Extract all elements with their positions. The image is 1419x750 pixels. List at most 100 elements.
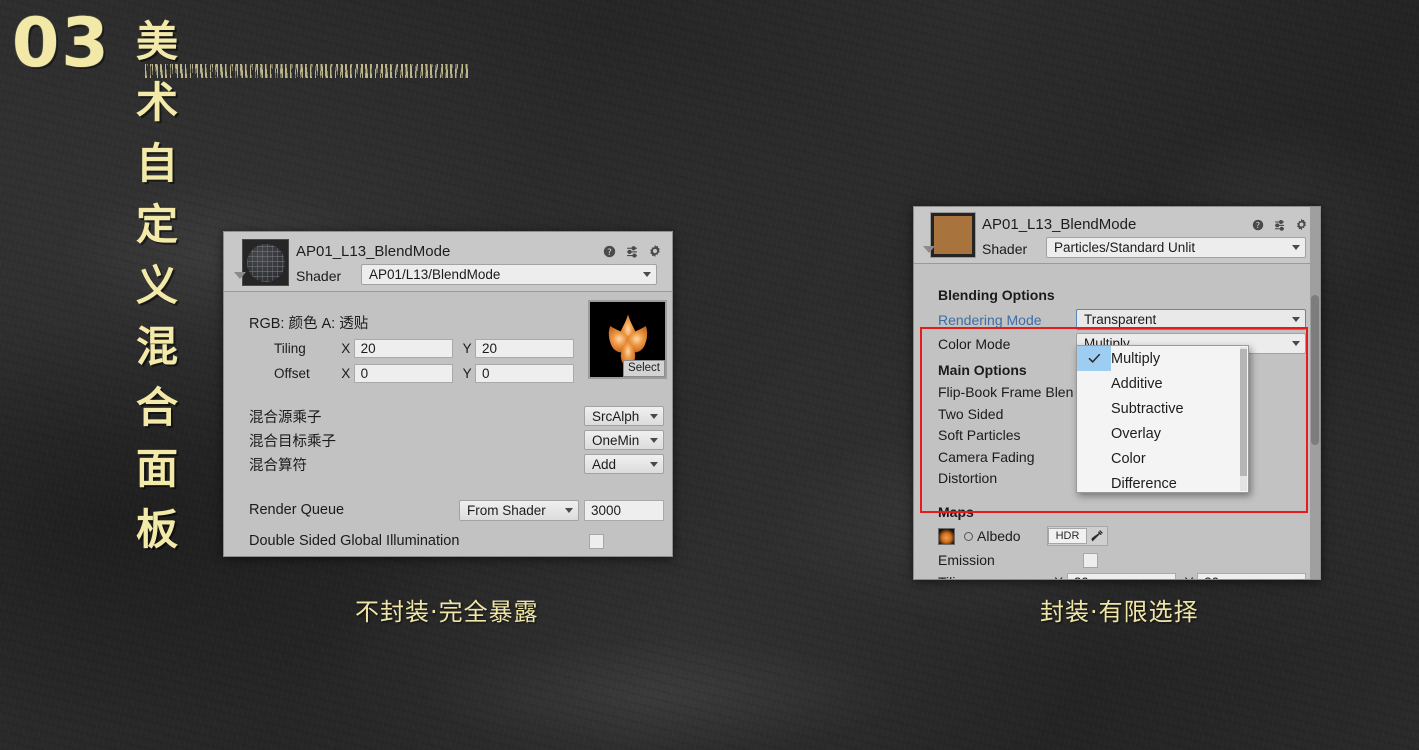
preset-icon[interactable] — [625, 245, 639, 258]
maps-title: Maps — [938, 504, 974, 520]
double-sided-gi-checkbox[interactable] — [589, 533, 604, 549]
option-row-soft-particles[interactable]: Soft Particles — [938, 427, 1090, 449]
blend-op-label: 混合算符 — [249, 457, 307, 474]
option-row-distortion[interactable]: Distortion — [938, 470, 1090, 492]
sphere-preview-icon[interactable] — [242, 239, 289, 286]
menu-item-additive[interactable]: Additive — [1077, 371, 1248, 396]
albedo-radio-icon[interactable] — [964, 531, 973, 541]
chevron-down-icon — [565, 507, 573, 513]
rendering-mode-label: Rendering Mode — [938, 311, 1042, 328]
color-swatch-icon[interactable] — [930, 212, 976, 258]
material-header-right: AP01_L13_BlendMode ? Shader Particles/St… — [914, 207, 1320, 264]
menu-item-subtractive[interactable]: Subtractive — [1077, 396, 1248, 421]
tiling-y-label: Y — [462, 340, 472, 356]
tiling-label-right: Tiling — [938, 574, 1054, 579]
preset-icon[interactable] — [1273, 219, 1286, 231]
menu-item-overlay[interactable]: Overlay — [1077, 421, 1248, 446]
chevron-down-icon — [643, 272, 651, 277]
chevron-down-icon — [650, 461, 658, 467]
main-options-title: Main Options — [938, 362, 1027, 378]
render-queue-dropdown[interactable]: From Shader — [459, 499, 579, 521]
blend-row: 混合目标乘子 OneMin — [249, 428, 664, 452]
chevron-down-icon — [1292, 245, 1300, 250]
menu-item-color[interactable]: Color — [1077, 446, 1248, 471]
blend-dst-dropdown[interactable]: OneMin — [584, 430, 664, 450]
foldout-arrow-icon[interactable] — [923, 246, 935, 253]
menu-item-label: Difference — [1111, 475, 1177, 492]
tiling-y-label-right: Y — [1185, 575, 1198, 580]
blend-op-dropdown[interactable]: Add — [584, 454, 664, 474]
caption-right: 封装·有限选择 — [1040, 598, 1199, 626]
chevron-down-icon — [650, 413, 658, 419]
tiling-x-input-right[interactable]: 20 — [1066, 572, 1176, 579]
option-row-camera-fading[interactable]: Camera Fading — [938, 449, 1090, 471]
color-mode-dropdown-menu[interactable]: Multiply Additive Subtractive Overlay Co… — [1076, 345, 1249, 493]
material-inspector-left: AP01_L13_BlendMode ? Shader AP01/L13/Ble… — [223, 231, 673, 557]
shader-dropdown-left[interactable]: AP01/L13/BlendMode — [361, 264, 657, 285]
albedo-color-controls: HDR — [1046, 526, 1109, 546]
albedo-row: Albedo HDR — [938, 526, 1306, 546]
blend-src-dropdown[interactable]: SrcAlph — [584, 406, 664, 426]
gear-icon[interactable] — [1295, 218, 1308, 231]
help-icon[interactable]: ? — [603, 245, 616, 258]
blend-row: 混合算符 Add — [249, 452, 664, 476]
header-icon-group-left: ? — [603, 244, 662, 258]
gear-icon[interactable] — [648, 244, 662, 258]
menu-item-difference[interactable]: Difference — [1077, 471, 1248, 496]
texture-select-button[interactable]: Select — [623, 360, 665, 377]
blend-dst-value: OneMin — [592, 432, 640, 448]
menu-scrollbar[interactable] — [1240, 347, 1247, 491]
menu-item-multiply[interactable]: Multiply — [1077, 346, 1248, 371]
menu-item-label: Multiply — [1111, 350, 1161, 367]
double-sided-gi-row: Double Sided Global Illumination — [249, 530, 664, 552]
caption-left: 不封装·完全暴露 — [355, 598, 539, 626]
render-queue-value-input[interactable]: 3000 — [584, 499, 664, 521]
menu-item-label: Additive — [1111, 375, 1163, 392]
texture-preview-thumbnail[interactable]: Select — [588, 300, 667, 379]
hdr-badge[interactable]: HDR — [1047, 528, 1088, 544]
color-mode-label: Color Mode — [938, 335, 1011, 352]
offset-x-label: X — [341, 365, 351, 381]
shader-label-right: Shader — [982, 241, 1028, 257]
blend-dst-label: 混合目标乘子 — [249, 433, 336, 450]
chevron-down-icon — [650, 437, 658, 443]
emission-row: Emission — [938, 550, 1306, 570]
tiling-y-input-right[interactable]: 20 — [1197, 572, 1306, 579]
tiling-label: Tiling — [274, 340, 306, 356]
material-header-left: AP01_L13_BlendMode ? Shader AP01/L13/Ble… — [224, 232, 672, 292]
option-row-flipbook[interactable]: Flip-Book Frame Blen — [938, 384, 1090, 406]
tiling-y-input[interactable]: 20 — [475, 338, 574, 358]
blend-src-value: SrcAlph — [592, 408, 640, 424]
option-row-two-sided[interactable]: Two Sided — [938, 406, 1090, 428]
blend-op-value: Add — [592, 456, 617, 472]
tiling-x-input[interactable]: 20 — [353, 338, 453, 358]
shader-value-left: AP01/L13/BlendMode — [369, 267, 501, 282]
offset-label: Offset — [274, 365, 310, 381]
blend-row: 混合源乘子 SrcAlph — [249, 404, 664, 428]
material-name-label: AP01_L13_BlendMode — [982, 216, 1137, 233]
albedo-texture-thumbnail[interactable] — [938, 527, 955, 545]
shader-label-left: Shader — [296, 268, 342, 284]
help-icon[interactable]: ? — [1252, 219, 1264, 231]
chalk-scribble-underline — [145, 64, 469, 78]
shader-dropdown-right[interactable]: Particles/Standard Unlit — [1046, 237, 1306, 258]
eyedropper-icon[interactable] — [1087, 527, 1107, 545]
offset-x-input[interactable]: 0 — [353, 363, 453, 383]
blending-options-title: Blending Options — [938, 287, 1055, 303]
offset-y-label: Y — [462, 365, 472, 381]
emission-checkbox[interactable] — [1083, 552, 1098, 568]
svg-text:?: ? — [607, 247, 612, 257]
tiling-row-left: Tiling X 20 Y 20 — [274, 338, 574, 358]
panel-scrollbar[interactable] — [1310, 207, 1320, 579]
option-rows-group: Flip-Book Frame Blen Two Sided Soft Part… — [938, 384, 1090, 492]
page-title: 美术自定义混合面板 — [136, 8, 179, 557]
rendering-mode-row: Rendering Mode Transparent — [938, 309, 1306, 330]
emission-label: Emission — [938, 552, 995, 568]
menu-item-label: Subtractive — [1111, 400, 1184, 417]
slide-number: 03 — [12, 4, 111, 83]
blend-src-label: 混合源乘子 — [249, 409, 322, 426]
foldout-arrow-icon[interactable] — [234, 272, 246, 279]
offset-y-input[interactable]: 0 — [475, 363, 574, 383]
rendering-mode-dropdown[interactable]: Transparent — [1076, 309, 1306, 330]
render-queue-mode: From Shader — [467, 502, 546, 518]
